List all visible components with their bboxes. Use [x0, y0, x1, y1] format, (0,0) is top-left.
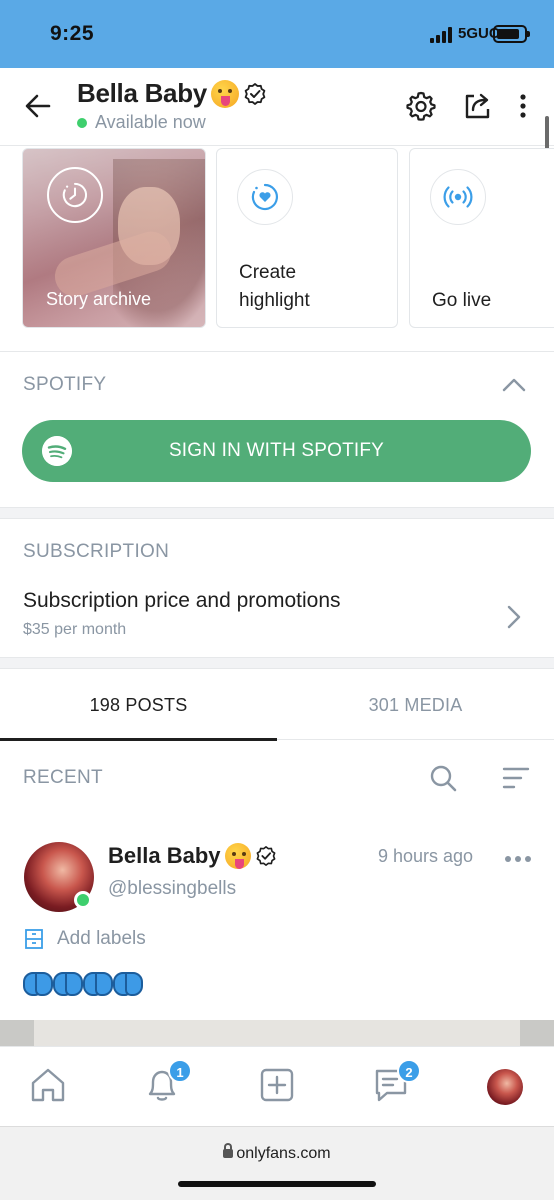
availability-status: Available now — [77, 112, 206, 133]
profile-name: Bella Baby — [77, 78, 207, 108]
chevron-up-icon[interactable] — [502, 377, 526, 393]
verified-badge-icon — [256, 846, 275, 866]
butterfly-emoji-icon — [83, 970, 113, 996]
tab-media[interactable]: 301 MEDIA — [277, 669, 554, 741]
clock-history-icon — [47, 167, 103, 223]
content-tabs: 198 POSTS 301 MEDIA — [0, 668, 554, 741]
go-live-card[interactable]: Go live — [409, 148, 554, 328]
story-archive-card[interactable]: Story archive — [22, 148, 206, 328]
spotify-button-label: SIGN IN WITH SPOTIFY — [168, 440, 385, 461]
post-author-handle[interactable]: @blessingbells — [108, 878, 236, 900]
post-more-icon[interactable] — [505, 856, 531, 862]
search-icon[interactable] — [428, 763, 458, 793]
tongue-emoji-icon — [210, 79, 239, 108]
story-archive-label: Story archive — [46, 289, 152, 309]
subscription-title: Subscription price and promotions — [23, 589, 341, 612]
spotify-sign-in-button[interactable]: SIGN IN WITH SPOTIFY — [22, 420, 531, 482]
heart-circle-icon — [251, 183, 278, 211]
butterfly-emoji-icon — [23, 970, 53, 996]
online-dot — [77, 117, 87, 128]
profile-avatar[interactable] — [487, 1069, 523, 1105]
signal-icon — [430, 27, 452, 43]
status-bar: 9:25 5GUC — [0, 0, 554, 68]
online-dot — [74, 891, 92, 909]
recent-section-title: RECENT — [23, 767, 103, 788]
post-author-name[interactable]: Bella Baby — [108, 843, 221, 869]
subscription-section[interactable]: SUBSCRIPTION Subscription price and prom… — [0, 518, 554, 658]
post-text: 🦋🦋🦋🦋 — [23, 970, 143, 996]
create-highlight-label: Create highlight — [239, 262, 310, 311]
subscription-price: $35 per month — [23, 621, 127, 638]
highlights-row[interactable]: Story archive Create highlight Go live — [0, 146, 554, 352]
go-live-label: Go live — [432, 290, 492, 311]
tongue-emoji-icon — [224, 843, 251, 869]
verified-badge-icon — [244, 82, 266, 105]
bottom-navigation: 1 2 — [0, 1046, 554, 1126]
profile-header: Bella Baby Available now — [0, 68, 554, 146]
chevron-right-icon[interactable] — [504, 603, 524, 631]
settings-gear-icon[interactable] — [405, 90, 437, 122]
section-divider — [0, 508, 554, 518]
label-icon — [25, 929, 43, 949]
status-time: 9:25 — [50, 22, 95, 45]
post-author-row: Bella Baby — [108, 843, 277, 869]
back-arrow-icon[interactable] — [22, 90, 54, 122]
home-indicator[interactable] — [178, 1181, 376, 1187]
sort-icon[interactable] — [501, 763, 531, 793]
subscription-section-title: SUBSCRIPTION — [23, 541, 170, 562]
url-text: onlyfans.com — [236, 1145, 331, 1162]
post-timestamp: 9 hours ago — [378, 846, 474, 866]
lock-icon — [223, 1143, 234, 1158]
availability-text: Available now — [95, 112, 206, 132]
spotify-section-title: SPOTIFY — [23, 374, 107, 395]
notifications-badge: 1 — [168, 1059, 192, 1083]
spotify-section: SPOTIFY SIGN IN WITH SPOTIFY — [0, 352, 554, 508]
share-icon[interactable] — [461, 90, 493, 122]
tab-posts[interactable]: 198 POSTS — [0, 669, 277, 741]
add-labels-button[interactable]: Add labels — [23, 928, 146, 950]
butterfly-emoji-icon — [53, 970, 83, 996]
butterfly-emoji-icon — [113, 970, 143, 996]
more-vertical-icon[interactable] — [507, 90, 539, 122]
section-divider — [0, 658, 554, 668]
create-highlight-card[interactable]: Create highlight — [216, 148, 398, 328]
add-post-icon[interactable] — [257, 1065, 297, 1105]
browser-address-bar[interactable]: onlyfans.com — [0, 1126, 554, 1200]
messages-badge: 2 — [397, 1059, 421, 1083]
home-icon[interactable] — [28, 1065, 68, 1105]
battery-icon — [493, 25, 530, 43]
profile-name-row: Bella Baby — [77, 78, 267, 109]
add-labels-text: Add labels — [57, 928, 146, 949]
broadcast-icon — [443, 186, 473, 208]
